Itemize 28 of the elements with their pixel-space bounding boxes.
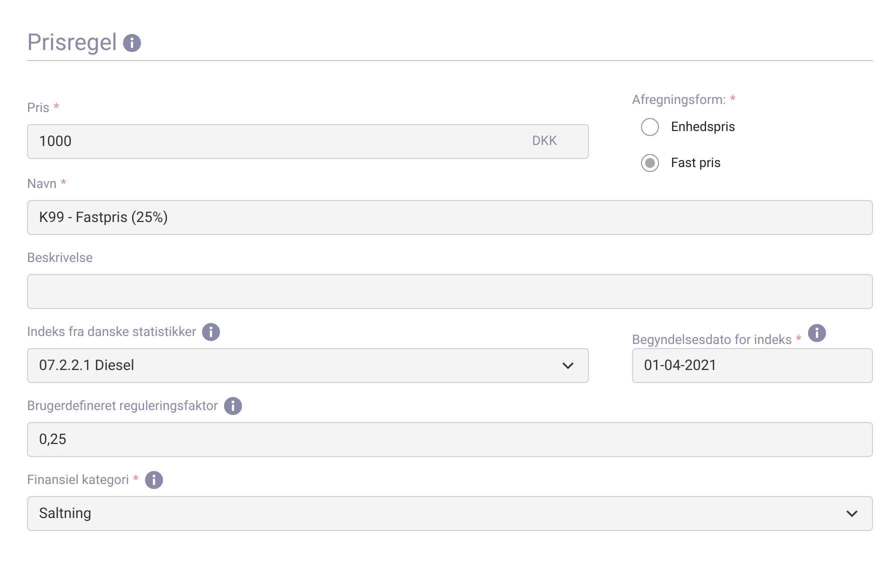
info-icon[interactable] xyxy=(202,323,220,341)
chevron-icon xyxy=(846,510,858,518)
field-label: Afregningsform: * xyxy=(632,92,736,108)
input-field[interactable]: K99 - Fastpris (25%) xyxy=(27,200,873,235)
info-icon[interactable] xyxy=(123,34,142,52)
field-label: Pris * xyxy=(27,100,60,116)
input-field[interactable]: 1000 DKK xyxy=(27,124,589,159)
input-field[interactable]: 01-04-2021 xyxy=(632,348,873,383)
radio-button[interactable] xyxy=(641,154,659,172)
chevron-icon xyxy=(562,362,574,370)
select-field[interactable]: Saltning xyxy=(27,496,873,531)
info-icon[interactable] xyxy=(808,324,826,342)
currency-unit: DKK xyxy=(532,134,557,149)
field-label: Begyndelsesdato for indeks * xyxy=(632,332,802,348)
info-icon[interactable] xyxy=(224,397,242,415)
input-field[interactable] xyxy=(27,274,873,309)
field-label: Finansiel kategori * xyxy=(27,472,139,488)
radio-label: Fast pris xyxy=(671,156,721,170)
info-icon[interactable] xyxy=(144,471,163,489)
radio-button[interactable] xyxy=(641,118,659,136)
input-field[interactable]: 0,25 xyxy=(27,422,873,457)
field-label: Beskrivelse xyxy=(27,250,93,266)
radio-label: Enhedspris xyxy=(671,120,736,134)
section-title: Prisregel xyxy=(27,28,118,58)
field-label: Indeks fra danske statistikker xyxy=(27,324,196,340)
field-label: Brugerdefineret reguleringsfaktor xyxy=(27,398,218,414)
select-field[interactable]: 07.2.2.1 Diesel xyxy=(27,348,589,383)
field-label: Navn * xyxy=(27,176,66,192)
